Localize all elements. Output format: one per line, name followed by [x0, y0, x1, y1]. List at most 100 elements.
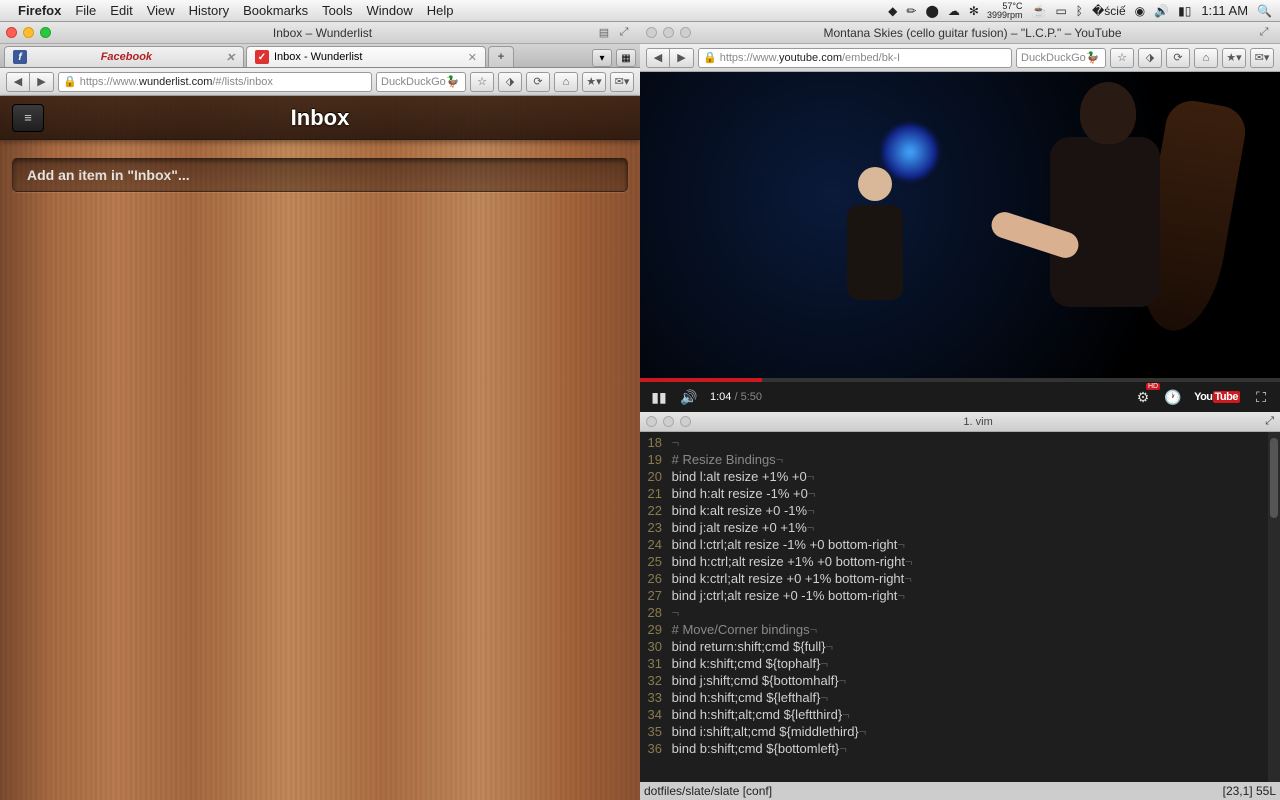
forward-button[interactable]: ▶	[30, 72, 54, 92]
vim-file-path: dotfiles/slate/slate [conf]	[644, 784, 772, 798]
wunderlist-title: Inbox	[291, 105, 350, 131]
pocket-icon[interactable]: ⬗	[1138, 48, 1162, 68]
search-box[interactable]: DuckDuckGo🦆	[1016, 48, 1106, 68]
tab-close-icon[interactable]: ✕	[468, 51, 477, 64]
menu-edit[interactable]: Edit	[110, 3, 132, 18]
zoom-window-button[interactable]	[680, 27, 691, 38]
menu-tools[interactable]: Tools	[322, 3, 352, 18]
youtube-controls: ▮▮ 🔊 1:04 / 5:50 ⚙ 🕐 YouTube ⛶	[640, 382, 1280, 412]
minimize-window-button[interactable]	[23, 27, 34, 38]
fullscreen-icon[interactable]: ⤢	[614, 26, 634, 39]
minimize-window-button[interactable]	[663, 416, 674, 427]
reload-icon[interactable]: ⟳	[1166, 48, 1190, 68]
status-caffeine-icon[interactable]: ☕	[1032, 4, 1047, 18]
menu-window[interactable]: Window	[367, 3, 413, 18]
watch-later-icon[interactable]: 🕐	[1164, 389, 1182, 406]
close-window-button[interactable]	[646, 416, 657, 427]
fullscreen-icon[interactable]: ⛶	[1252, 389, 1270, 406]
back-button[interactable]: ◀	[6, 72, 30, 92]
wunderlist-icon: ✓	[255, 50, 269, 64]
pocket-icon[interactable]: ⬗	[498, 72, 522, 92]
tab-groups-icon[interactable]: ▦	[616, 49, 636, 67]
menu-file[interactable]: File	[75, 3, 96, 18]
downloads-icon[interactable]: ✉▾	[1250, 48, 1274, 68]
terminal-window: 1. vim ⤢ 18 ¬19 # Resize Bindings¬20 bin…	[640, 412, 1280, 800]
window-titlebar[interactable]: 1. vim ⤢	[640, 412, 1280, 432]
status-fan-icon[interactable]: ✻	[969, 4, 979, 18]
home-icon[interactable]: ⌂	[1194, 48, 1218, 68]
code-line: 28 ¬	[640, 604, 1268, 621]
add-item-input[interactable]: Add an item in "Inbox"...	[12, 158, 628, 192]
fullscreen-icon[interactable]: ⤢	[1254, 26, 1274, 39]
code-line: 30 bind return:shift;cmd ${full}¬	[640, 638, 1268, 655]
tab-label: Facebook	[32, 51, 221, 63]
back-button[interactable]: ◀	[646, 48, 670, 68]
code-line: 21 bind h:alt resize -1% +0¬	[640, 485, 1268, 502]
terminal-scrollbar[interactable]	[1268, 432, 1280, 782]
minimize-window-button[interactable]	[663, 27, 674, 38]
terminal-content[interactable]: 18 ¬19 # Resize Bindings¬20 bind l:alt r…	[640, 432, 1268, 782]
bookmark-star-icon[interactable]: ☆	[1110, 48, 1134, 68]
menubar-clock[interactable]: 1:11 AM	[1201, 3, 1248, 18]
code-line: 23 bind j:alt resize +0 +1%¬	[640, 519, 1268, 536]
bookmarks-menu-icon[interactable]: ★▾	[582, 72, 606, 92]
settings-gear-icon[interactable]: ⚙	[1134, 389, 1152, 406]
window-titlebar[interactable]: Montana Skies (cello guitar fusion) – "L…	[640, 22, 1280, 44]
code-line: 31 bind k:shift;cmd ${tophalf}¬	[640, 655, 1268, 672]
window-titlebar[interactable]: Inbox – Wunderlist ▤ ⤢	[0, 22, 640, 44]
code-line: 26 bind k:ctrl;alt resize +0 +1% bottom-…	[640, 570, 1268, 587]
menu-view[interactable]: View	[147, 3, 175, 18]
firefox-window-right: Montana Skies (cello guitar fusion) – "L…	[640, 22, 1280, 412]
pause-button[interactable]: ▮▮	[650, 389, 668, 406]
status-wifi-icon[interactable]: �ściế	[1092, 4, 1126, 18]
status-bluetooth-icon[interactable]: ᛒ	[1076, 4, 1083, 18]
zoom-window-button[interactable]	[40, 27, 51, 38]
menu-history[interactable]: History	[189, 3, 229, 18]
hamburger-menu-button[interactable]: ≡	[12, 104, 44, 132]
zoom-window-button[interactable]	[680, 416, 691, 427]
close-window-button[interactable]	[6, 27, 17, 38]
menubar-app-name[interactable]: Firefox	[18, 3, 61, 18]
vim-status-line: dotfiles/slate/slate [conf] [23,1] 55L	[640, 782, 1280, 800]
status-script-icon[interactable]: ✏	[906, 4, 916, 18]
status-volume-icon[interactable]: 🔊	[1154, 4, 1169, 18]
bookmark-star-icon[interactable]: ☆	[470, 72, 494, 92]
bookmarks-menu-icon[interactable]: ★▾	[1222, 48, 1246, 68]
wunderlist-app: ≡ Inbox Add an item in "Inbox"...	[0, 96, 640, 800]
status-battery-icon[interactable]: ▮▯	[1178, 4, 1191, 18]
wunderlist-header: ≡ Inbox	[0, 96, 640, 140]
code-line: 35 bind i:shift;alt;cmd ${middlethird}¬	[640, 723, 1268, 740]
search-box[interactable]: DuckDuckGo🦆	[376, 72, 466, 92]
list-tabs-icon[interactable]: ▾	[592, 49, 612, 67]
tab-wunderlist[interactable]: ✓ Inbox - Wunderlist ✕	[246, 46, 486, 67]
code-line: 33 bind h:shift;cmd ${lefthalf}¬	[640, 689, 1268, 706]
volume-icon[interactable]: 🔊	[680, 389, 698, 406]
code-line: 27 bind j:ctrl;alt resize +0 -1% bottom-…	[640, 587, 1268, 604]
tab-facebook[interactable]: f Facebook ✕	[4, 46, 244, 67]
code-line: 19 # Resize Bindings¬	[640, 451, 1268, 468]
menu-bookmarks[interactable]: Bookmarks	[243, 3, 308, 18]
home-icon[interactable]: ⌂	[554, 72, 578, 92]
url-bar[interactable]: 🔒 https://www.youtube.com/embed/bk-I	[698, 48, 1012, 68]
menu-help[interactable]: Help	[427, 3, 454, 18]
code-line: 22 bind k:alt resize +0 -1%¬	[640, 502, 1268, 519]
facebook-icon: f	[13, 50, 27, 64]
status-cloud-icon[interactable]: ☁	[948, 4, 960, 18]
status-display-icon[interactable]: ▭	[1055, 4, 1066, 18]
url-bar[interactable]: 🔒 https://www.wunderlist.com/#/lists/inb…	[58, 72, 372, 92]
reload-icon[interactable]: ⟳	[526, 72, 550, 92]
window-toolbar-icon[interactable]: ▤	[594, 26, 614, 39]
youtube-logo-icon[interactable]: YouTube	[1194, 391, 1240, 403]
close-window-button[interactable]	[646, 27, 657, 38]
status-dropbox-icon[interactable]: ◆	[888, 4, 897, 18]
downloads-icon[interactable]: ✉▾	[610, 72, 634, 92]
fullscreen-icon[interactable]: ⤢	[1265, 415, 1274, 428]
forward-button[interactable]: ▶	[670, 48, 694, 68]
new-tab-button[interactable]: +	[488, 46, 514, 67]
status-wifi-icon[interactable]: ◉	[1135, 4, 1145, 18]
tab-close-icon[interactable]: ✕	[226, 51, 235, 64]
youtube-player[interactable]	[640, 72, 1280, 382]
spotlight-icon[interactable]: 🔍	[1257, 4, 1272, 18]
url-text: https://www.wunderlist.com/#/lists/inbox	[80, 76, 273, 88]
status-hat-icon[interactable]: ⬤	[925, 4, 938, 18]
